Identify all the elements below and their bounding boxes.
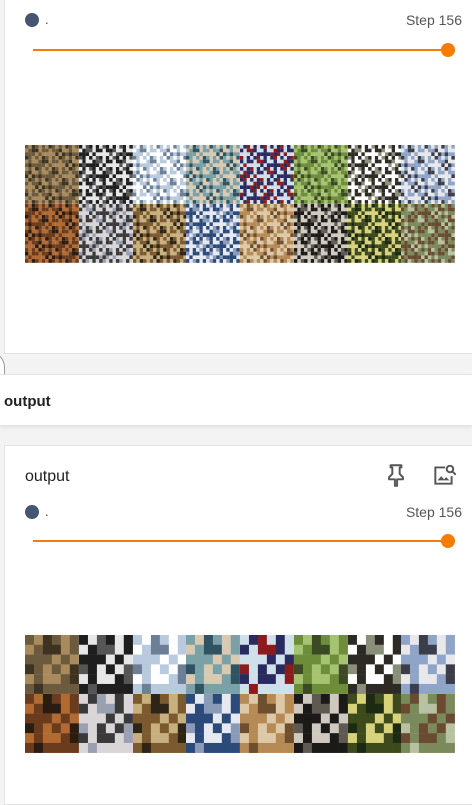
slider-track [33,49,448,51]
image-thumbnail [186,203,241,263]
slider-thumb[interactable] [441,534,455,548]
run-row: . Step 156 [25,502,462,522]
image-thumbnail [25,635,79,694]
image-thumbnail [293,145,348,204]
section-header[interactable]: output [0,374,472,426]
image-thumbnail [293,693,348,753]
image-grid[interactable] [25,145,456,263]
run-row: . Step 156 [25,10,462,30]
image-thumbnail [78,145,133,204]
image-thumbnail [240,635,294,694]
image-thumbnail [401,693,456,753]
slider-thumb[interactable] [441,43,455,57]
run-name: . [45,12,49,27]
image-thumbnail [25,145,79,204]
image-thumbnail [401,203,456,263]
run-color-dot [25,505,39,519]
step-label: Step 156 [405,504,462,520]
image-thumbnail [347,145,402,204]
slider-track [33,540,448,542]
image-thumbnail [186,145,241,204]
step-slider[interactable] [33,43,455,57]
image-thumbnail [132,203,187,263]
image-thumbnail [186,635,241,694]
image-search-button[interactable] [431,462,457,488]
image-card-output: output . Step 156 [4,445,472,805]
image-card-top: . Step 156 [4,0,472,354]
pin-button[interactable] [383,462,409,488]
image-thumbnail [240,203,294,263]
image-thumbnail [78,635,133,694]
image-thumbnail [240,145,294,204]
section-title: output [4,393,51,410]
image-search-icon [434,464,457,485]
image-thumbnail [132,635,187,694]
image-thumbnail [78,693,133,753]
image-thumbnail [240,693,294,753]
image-thumbnail [132,145,187,204]
step-slider[interactable] [33,534,455,548]
step-label: Step 156 [405,12,462,28]
image-grid[interactable] [25,635,456,753]
pin-icon [388,464,404,487]
image-thumbnail [293,635,348,694]
image-thumbnail [293,203,348,263]
image-thumbnail [25,203,79,263]
run-color-dot [25,13,39,27]
image-thumbnail [186,693,241,753]
image-thumbnail [25,693,79,753]
image-thumbnail [347,693,402,753]
card-title: output [25,468,70,485]
image-thumbnail [347,203,402,263]
run-name: . [45,504,49,519]
image-thumbnail [78,203,133,263]
image-thumbnail [401,635,456,694]
image-thumbnail [401,145,456,204]
image-thumbnail [132,693,187,753]
image-thumbnail [347,635,402,694]
